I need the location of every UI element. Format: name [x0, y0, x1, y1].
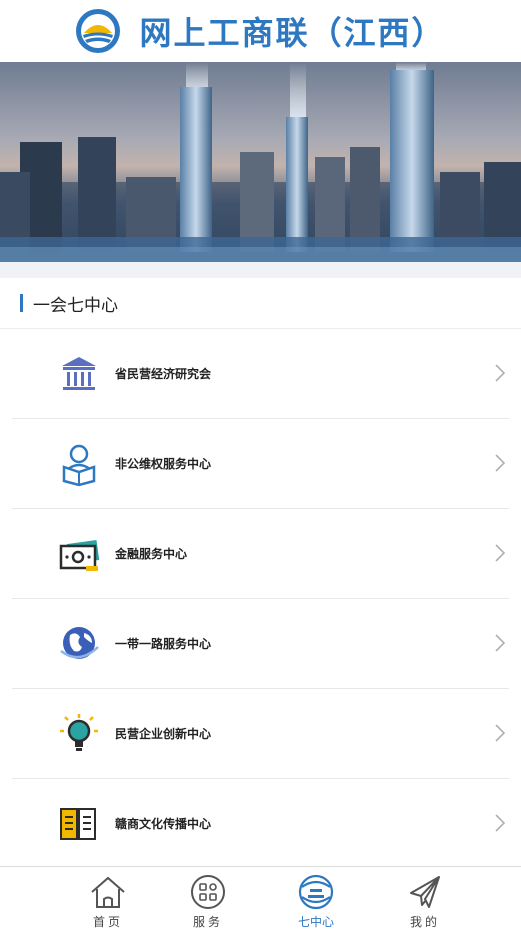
list-item-label: 非公维权服务中心: [115, 457, 212, 471]
tab-label: 七中心: [297, 915, 334, 929]
city-skyline-banner[interactable]: [0, 62, 521, 262]
services-grid-icon: [191, 875, 225, 909]
section-gap: [0, 262, 521, 278]
chevron-right-icon: [495, 544, 506, 562]
tab-services[interactable]: 服务: [178, 873, 238, 937]
tab-label: 我的: [409, 915, 440, 929]
city-skyline-image: [0, 62, 521, 262]
chevron-right-icon: [495, 364, 506, 382]
list-item-belt-and-road[interactable]: 一带一路服务中心: [12, 599, 509, 689]
institution-building-icon: [56, 351, 102, 397]
seven-centers-icon: [298, 874, 334, 910]
tab-seven-centers[interactable]: 七中心: [286, 873, 346, 937]
federation-logo-icon: [76, 9, 121, 53]
list-item-label: 金融服务中心: [115, 547, 188, 561]
app-header: 网上工商联（江西）: [0, 0, 521, 62]
banknote-icon: [56, 531, 102, 577]
list-item-economic-research[interactable]: 省民营经济研究会: [12, 329, 509, 419]
section-title: 一会七中心: [33, 295, 118, 316]
app-title: 网上工商联（江西）: [139, 14, 446, 52]
section-accent-bar: [20, 294, 23, 312]
section-header: 一会七中心: [0, 278, 521, 329]
bottom-tab-bar: 首页 服务 七中心 我的: [0, 866, 521, 941]
lightbulb-icon: [56, 711, 102, 757]
chevron-right-icon: [495, 634, 506, 652]
person-reading-icon: [56, 441, 102, 487]
list-item-label: 民营企业创新中心: [115, 727, 212, 741]
list-item-rights-protection[interactable]: 非公维权服务中心: [12, 419, 509, 509]
chevron-right-icon: [495, 814, 506, 832]
list-item-culture[interactable]: 赣商文化传播中心: [12, 779, 509, 868]
list-item-label: 赣商文化传播中心: [115, 817, 212, 831]
open-book-icon: [56, 801, 102, 847]
tab-home[interactable]: 首页: [78, 873, 138, 937]
list-item-innovation[interactable]: 民营企业创新中心: [12, 689, 509, 779]
list-item-label: 一带一路服务中心: [115, 637, 212, 651]
list-item-label: 省民营经济研究会: [115, 367, 212, 381]
home-icon: [91, 876, 125, 908]
chevron-right-icon: [495, 724, 506, 742]
profile-plane-icon: [410, 876, 440, 908]
tab-profile[interactable]: 我的: [395, 873, 455, 937]
tab-label: 服务: [192, 915, 223, 929]
list-item-finance[interactable]: 金融服务中心: [12, 509, 509, 599]
tab-label: 首页: [92, 915, 123, 929]
chevron-right-icon: [495, 454, 506, 472]
globe-icon: [56, 621, 102, 667]
center-list: 省民营经济研究会 非公维权服务中心 金融服务中心 一带一路服务中心 民营企业创新…: [0, 329, 521, 868]
